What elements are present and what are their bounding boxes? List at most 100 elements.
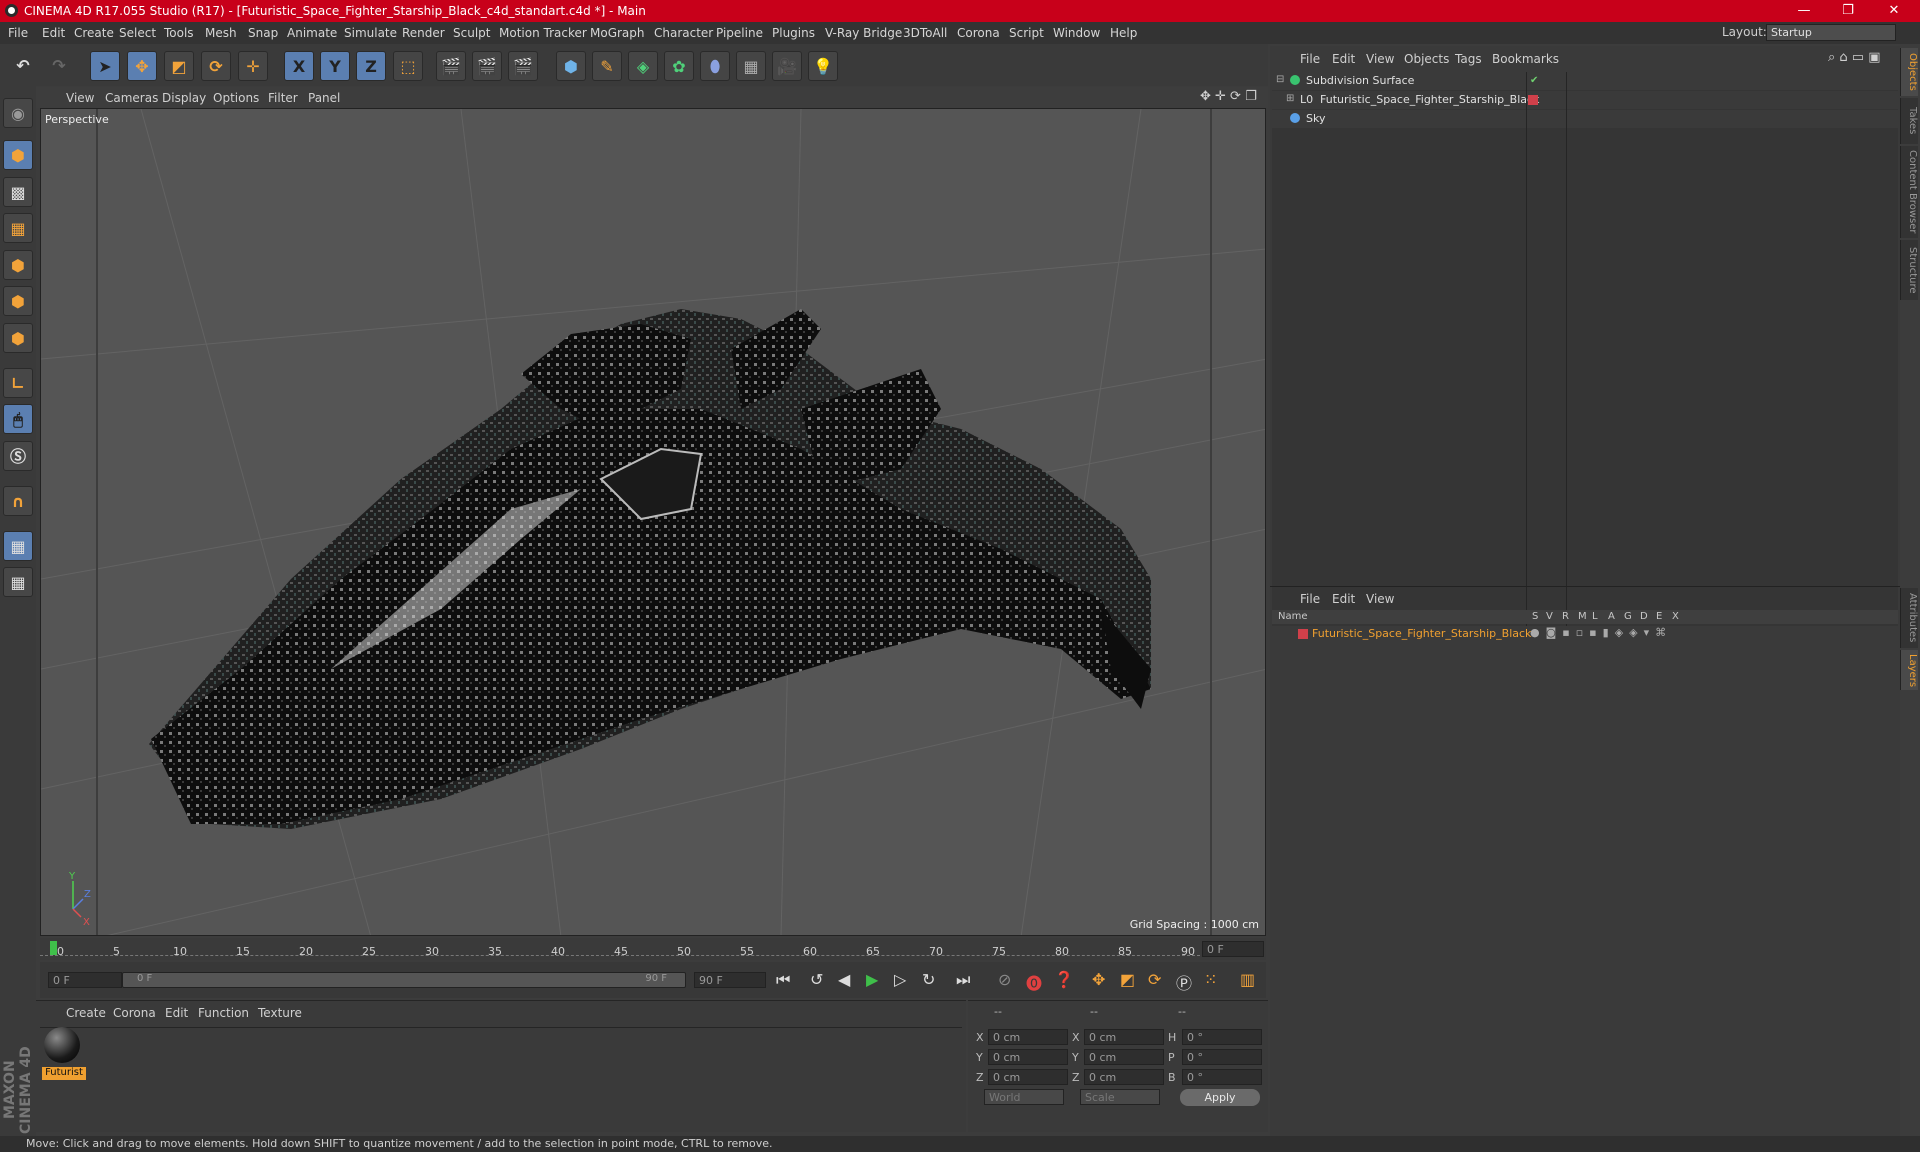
undo-button[interactable]: ↶ xyxy=(8,51,38,81)
frame-range-slider[interactable]: 0 F 90 F xyxy=(122,972,686,988)
side-tab-attributes[interactable]: Attributes xyxy=(1900,588,1918,648)
menu-mograph[interactable]: MoGraph xyxy=(590,26,645,40)
deformer-button[interactable]: ⬮ xyxy=(700,51,730,81)
viewport-menu-filter[interactable]: Filter xyxy=(268,91,298,105)
subdivision-surface-button[interactable]: ◈ xyxy=(628,51,658,81)
size-y-field[interactable]: 0 cm xyxy=(1084,1049,1164,1065)
coord-size-mode-select[interactable]: Scale xyxy=(1080,1089,1160,1105)
record-key-button[interactable]: ⓿ xyxy=(1026,970,1042,994)
x-axis-lock-button[interactable]: X xyxy=(284,51,314,81)
object-row[interactable]: ⊞ L0 Futuristic_Space_Fighter_Starship_B… xyxy=(1272,91,1898,109)
layer-flag-icons[interactable]: ●◙▪▫▪▮◈◈▾⌘ xyxy=(1530,626,1672,639)
object-menu-file[interactable]: File xyxy=(1300,52,1320,66)
side-tab-content-browser[interactable]: Content Browser xyxy=(1900,146,1918,238)
layer-color-swatch[interactable] xyxy=(1298,629,1308,639)
edges-mode-button[interactable]: ⬢ xyxy=(3,286,33,316)
layer-name[interactable]: Futuristic_Space_Fighter_Starship_Black xyxy=(1312,627,1531,640)
start-frame-field[interactable]: 0 F xyxy=(48,972,122,988)
menu-pipeline[interactable]: Pipeline xyxy=(716,26,763,40)
motion-record-button[interactable]: ⊘ xyxy=(998,970,1011,989)
autokey-button[interactable]: ❓ xyxy=(1054,970,1074,989)
object-menu-edit[interactable]: Edit xyxy=(1332,52,1355,66)
layout-select[interactable]: Startup xyxy=(1766,24,1896,41)
object-name[interactable]: Subdivision Surface xyxy=(1306,74,1414,87)
current-frame-field[interactable]: 0 F xyxy=(1202,941,1264,957)
grid-lock-button[interactable]: ▦ xyxy=(3,531,33,561)
timeline-ruler[interactable]: 0 5 10 15 20 25 30 35 40 45 50 55 60 65 … xyxy=(40,938,1266,960)
polygons-mode-button[interactable]: ⬢ xyxy=(3,323,33,353)
next-key-button[interactable]: ↻ xyxy=(922,970,935,989)
object-menu-objects[interactable]: Objects xyxy=(1404,52,1449,66)
live-selection-button[interactable]: ➤ xyxy=(90,51,120,81)
key-param-button[interactable]: Ⓟ xyxy=(1176,970,1192,994)
key-rotation-button[interactable]: ⟳ xyxy=(1148,970,1161,989)
menu-corona[interactable]: Corona xyxy=(957,26,1000,40)
key-pla-button[interactable]: ⁙ xyxy=(1204,970,1217,989)
axis-mode-button[interactable]: ∟ xyxy=(3,368,33,398)
floor-button[interactable]: ▦ xyxy=(736,51,766,81)
menu-script[interactable]: Script xyxy=(1009,26,1044,40)
menu-snap[interactable]: Snap xyxy=(248,26,278,40)
position-x-field[interactable]: 0 cm xyxy=(988,1029,1068,1045)
camera-button[interactable]: 🎥 xyxy=(772,51,802,81)
viewport-menu-options[interactable]: Options xyxy=(213,91,259,105)
viewport-menu-display[interactable]: Display xyxy=(162,91,206,105)
menu-character[interactable]: Character xyxy=(654,26,713,40)
transform-tool-button[interactable]: ✛ xyxy=(238,51,268,81)
menu-select[interactable]: Select xyxy=(119,26,156,40)
model-mode-button[interactable]: ⬢ xyxy=(3,140,33,170)
spline-pen-button[interactable]: ✎ xyxy=(592,51,622,81)
menu-simulate[interactable]: Simulate xyxy=(344,26,397,40)
material-menu-edit[interactable]: Edit xyxy=(165,1006,188,1020)
next-frame-button[interactable]: ▷ xyxy=(894,970,906,989)
timeline-window-button[interactable]: ▥ xyxy=(1240,970,1255,989)
rotation-p-field[interactable]: 0 ° xyxy=(1182,1049,1262,1065)
viewport-menu-panel[interactable]: Panel xyxy=(308,91,340,105)
goto-start-button[interactable]: ⏮ xyxy=(776,970,790,990)
material-swatch[interactable]: Futurist xyxy=(42,1025,86,1083)
rotation-h-field[interactable]: 0 ° xyxy=(1182,1029,1262,1045)
side-tab-takes[interactable]: Takes xyxy=(1900,98,1918,144)
apply-button[interactable]: Apply xyxy=(1180,1089,1260,1106)
object-menu-view[interactable]: View xyxy=(1366,52,1394,66)
collapse-icon[interactable]: ⊟ xyxy=(1276,74,1284,85)
menu-edit[interactable]: Edit xyxy=(42,26,65,40)
menu-mesh[interactable]: Mesh xyxy=(205,26,237,40)
menu-file[interactable]: File xyxy=(8,26,28,40)
playhead-marker[interactable] xyxy=(50,941,57,955)
material-menu-function[interactable]: Function xyxy=(198,1006,249,1020)
object-name[interactable]: Futuristic_Space_Fighter_Starship_Black xyxy=(1320,93,1539,106)
side-tab-layers[interactable]: Layers xyxy=(1900,650,1918,690)
menu-3dtoall[interactable]: 3DToAll xyxy=(903,26,947,40)
key-scale-button[interactable]: ◩ xyxy=(1120,970,1135,989)
play-button[interactable]: ▶ xyxy=(866,970,878,989)
prev-frame-button[interactable]: ◀ xyxy=(838,970,850,989)
material-menu-corona[interactable]: Corona xyxy=(113,1006,156,1020)
cloner-button[interactable]: ✿ xyxy=(664,51,694,81)
object-manager-nav-icons[interactable]: ⌕ ⌂ ▭ ▣ xyxy=(1828,50,1881,65)
side-tab-structure[interactable]: Structure xyxy=(1900,240,1918,300)
close-button[interactable]: ✕ xyxy=(1876,2,1912,20)
menu-tools[interactable]: Tools xyxy=(164,26,194,40)
object-name[interactable]: Sky xyxy=(1306,112,1325,125)
side-tab-objects[interactable]: Objects xyxy=(1900,48,1918,96)
menu-help[interactable]: Help xyxy=(1110,26,1137,40)
menu-plugins[interactable]: Plugins xyxy=(772,26,815,40)
menu-render[interactable]: Render xyxy=(402,26,445,40)
layer-menu-view[interactable]: View xyxy=(1366,592,1394,606)
render-picture-viewer-button[interactable]: 🎬 xyxy=(472,51,502,81)
layer-menu-edit[interactable]: Edit xyxy=(1332,592,1355,606)
make-editable-button[interactable]: ◉ xyxy=(3,98,33,128)
restore-button[interactable]: ❐ xyxy=(1830,2,1866,20)
solo-button[interactable]: Ⓢ xyxy=(3,441,33,471)
size-x-field[interactable]: 0 cm xyxy=(1084,1029,1164,1045)
layer-color-tag[interactable] xyxy=(1528,95,1538,105)
position-y-field[interactable]: 0 cm xyxy=(988,1049,1068,1065)
layer-row[interactable]: Futuristic_Space_Fighter_Starship_Black … xyxy=(1272,626,1898,642)
position-z-field[interactable]: 0 cm xyxy=(988,1069,1068,1085)
menu-window[interactable]: Window xyxy=(1053,26,1100,40)
z-axis-lock-button[interactable]: Z xyxy=(356,51,386,81)
tweak-mode-button[interactable]: 🖱 xyxy=(3,404,33,434)
viewport-menu-view[interactable]: View xyxy=(66,91,94,105)
prev-key-button[interactable]: ↺ xyxy=(810,970,823,989)
